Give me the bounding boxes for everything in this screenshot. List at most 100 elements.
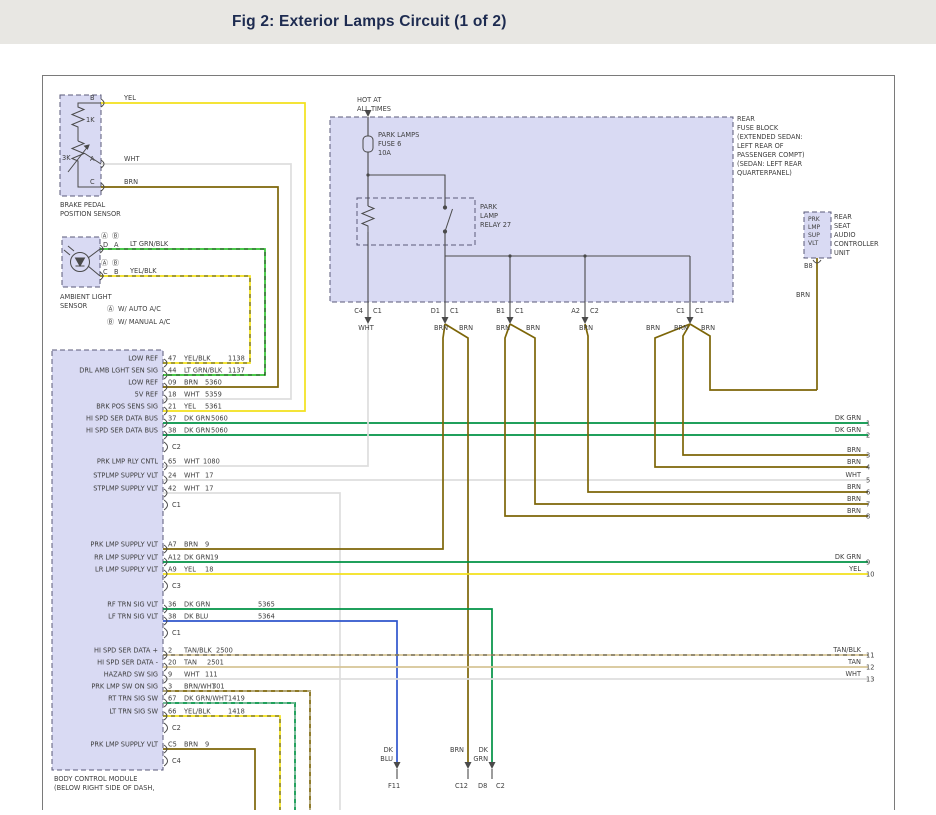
wiring-diagram-svg: BYEL1K3KAWHTCBRNBRAKE PEDALPOSITION SENS… xyxy=(0,0,936,810)
exit-wire-color: WHT xyxy=(845,471,861,479)
label: Ⓐ xyxy=(101,259,108,267)
exit-wire-color: YEL xyxy=(848,565,861,573)
bcm-signal: STPLMP SUPPLY VLT xyxy=(93,485,159,493)
connector-id: A2 xyxy=(571,307,580,315)
bcm-signal: PRK LMP SUPPLY VLT xyxy=(90,741,159,749)
wire-color-label: WHT xyxy=(358,324,374,332)
bcm-pin: 38 xyxy=(168,427,176,435)
bcm-circuit-number: 1418 xyxy=(228,708,245,716)
bcm-pin: 38 xyxy=(168,613,176,621)
bcm-pin: 44 xyxy=(168,367,176,375)
bcm-pin: 18 xyxy=(168,391,176,399)
label: PRK xyxy=(808,216,821,223)
bcm-circuit-number: 1419 xyxy=(228,695,245,703)
bcm-wire-color: WHT xyxy=(184,671,200,679)
label: WHT xyxy=(124,155,140,163)
bcm-wire-color: DK BLU xyxy=(184,613,208,621)
connector-id: D1 xyxy=(431,307,440,315)
exit-number: 3 xyxy=(866,452,870,460)
exit-number: 5 xyxy=(866,477,870,485)
ambient-sensor-title: SENSOR xyxy=(60,302,88,310)
connector-id: C1 xyxy=(676,307,685,315)
bcm-signal: PRK LMP RLY CNTL xyxy=(97,458,158,466)
bcm-circuit-number: 5060 xyxy=(211,427,228,435)
bcm-pin: 37 xyxy=(168,415,176,423)
bcm-circuit-number: 5365 xyxy=(258,601,275,609)
connector-id: F11 xyxy=(388,782,400,790)
bcm-wire-color: DK GRN xyxy=(184,601,210,609)
bcm-circuit-number: 301 xyxy=(212,683,225,691)
audio-unit-title: REAR xyxy=(834,213,852,221)
bcm-connector-group: C3 xyxy=(172,582,181,590)
legend-auto-ac: W/ AUTO A/C xyxy=(118,305,161,313)
exit-number: 2 xyxy=(866,432,870,440)
bcm-circuit-number: 17 xyxy=(205,472,213,480)
bcm-wire-color: YEL xyxy=(183,403,196,411)
bcm-group-connector xyxy=(164,723,168,733)
brake-sensor-title: POSITION SENSOR xyxy=(60,210,121,218)
bcm-wire-color: WHT xyxy=(184,485,200,493)
exit-wire-color: BRN xyxy=(450,746,464,754)
bcm-pin: 66 xyxy=(168,708,176,716)
connector-id: C2 xyxy=(496,782,505,790)
label: YEL xyxy=(123,94,136,102)
bcm-signal: LOW REF xyxy=(128,379,158,387)
bcm-signal: PRK LMP SUPPLY VLT xyxy=(90,541,159,549)
connector-arrow-icon xyxy=(582,317,589,324)
connector-arrow-icon xyxy=(489,762,496,769)
bcm-signal: RR LMP SUPPLY VLT xyxy=(94,554,159,562)
exit-wire-color: TAN/BLK xyxy=(832,646,861,654)
label: Ⓑ xyxy=(112,232,119,240)
bcm-connector-group: C2 xyxy=(172,443,181,451)
relay-label: RELAY 27 xyxy=(480,221,511,229)
label: Ⓐ xyxy=(101,232,108,240)
bcm-pin: 36 xyxy=(168,601,176,609)
connector-id: C1 xyxy=(515,307,524,315)
bcm-signal: HI SPD SER DATA BUS xyxy=(86,415,158,423)
wire-color-label: BRN xyxy=(496,324,510,332)
bcm-circuit-number: 17 xyxy=(205,485,213,493)
exit-number: 9 xyxy=(866,559,870,567)
bcm-wire-color: WHT xyxy=(184,391,200,399)
bcm-pin: 67 xyxy=(168,695,176,703)
junction-dot xyxy=(508,254,511,257)
bcm-pin: A9 xyxy=(168,566,177,574)
brake-pedal-position-sensor-box xyxy=(60,95,101,196)
exit-number: 11 xyxy=(866,652,874,660)
audio-unit-title: SEAT xyxy=(834,222,851,230)
exit-wire-color: BRN xyxy=(847,483,861,491)
bcm-wire-color: DK GRN xyxy=(184,554,210,562)
relay-label: PARK xyxy=(480,203,498,211)
label: 1K xyxy=(86,116,95,124)
bcm-group-connector xyxy=(164,756,168,766)
hot-at-all-times: ALL TIMES xyxy=(357,105,391,113)
exit-number: 6 xyxy=(866,489,870,497)
label: B xyxy=(90,94,95,102)
wire-color-label: BRN xyxy=(579,324,593,332)
wire-color-label: BRN xyxy=(434,324,448,332)
bcm-wire-color: LT GRN/BLK xyxy=(184,367,223,375)
bcm-signal: RF TRN SIG VLT xyxy=(107,601,159,609)
bcm-circuit-number: 2501 xyxy=(207,659,224,667)
bcm-connector-group: C1 xyxy=(172,501,181,509)
bcm-signal: LT TRN SIG SW xyxy=(109,708,158,716)
bcm-connector-group: C1 xyxy=(172,629,181,637)
label: BRN xyxy=(124,178,138,186)
connector-id: C4 xyxy=(354,307,363,315)
exit-wire-color: BRN xyxy=(847,507,861,515)
wire-color-label: BRN xyxy=(674,324,688,332)
bcm-circuit-number: 5060 xyxy=(211,415,228,423)
exit-number: 7 xyxy=(866,501,870,509)
exit-number: 10 xyxy=(866,571,874,579)
wire-color-label: BRN xyxy=(646,324,660,332)
exit-wire-color: DK GRN xyxy=(835,426,861,434)
fuse-block-title: REAR xyxy=(737,115,755,123)
label: SUP xyxy=(808,232,820,239)
bcm-wire-color: BRN xyxy=(184,741,198,749)
connector-arrow-icon xyxy=(465,762,472,769)
label: 3K xyxy=(62,154,71,162)
exit-wire-color: WHT xyxy=(845,670,861,678)
exit-wire-color: BRN xyxy=(847,458,861,466)
wire-brn-9-c12 xyxy=(445,324,468,762)
exit-wire-color: DK xyxy=(479,746,489,754)
